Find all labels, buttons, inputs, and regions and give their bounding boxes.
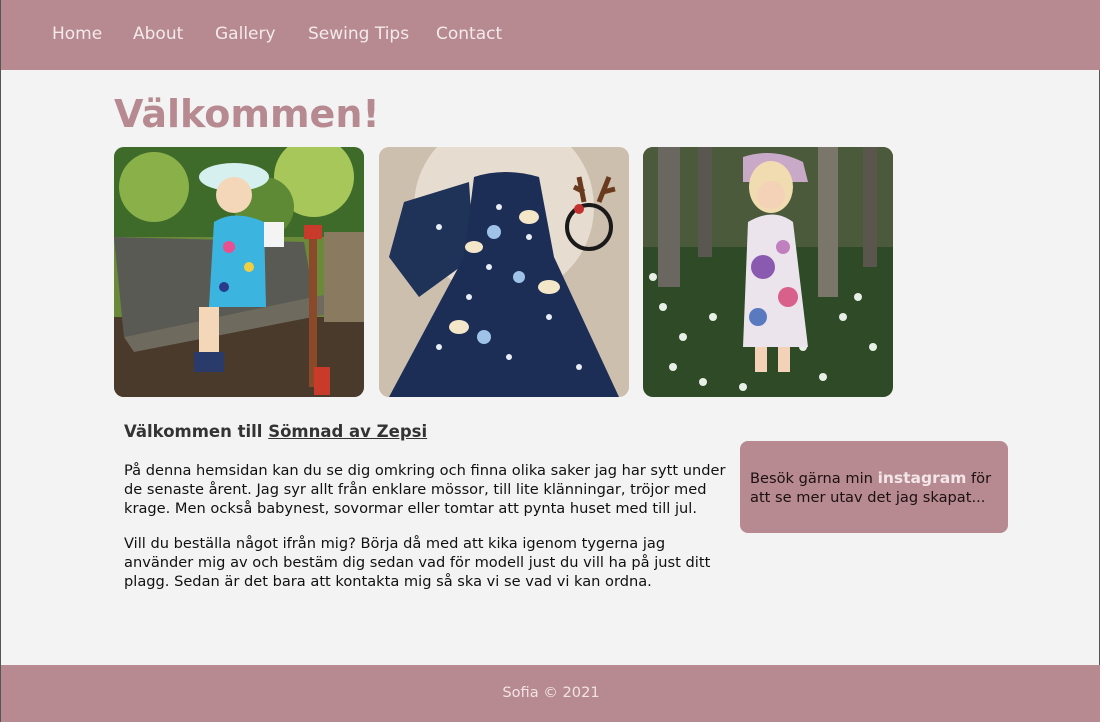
photo-dress-flatlay — [379, 147, 629, 397]
instagram-link[interactable]: instagram — [878, 469, 967, 487]
intro-paragraph: På denna hemsidan kan du se dig omkring … — [124, 462, 726, 517]
instagram-text-before: Besök gärna min — [750, 470, 878, 487]
photo-child-garden — [114, 147, 364, 397]
nav-link-gallery[interactable]: Gallery — [215, 24, 276, 44]
nav-link-sewing-tips[interactable]: Sewing Tips — [308, 24, 409, 44]
site-name-link[interactable]: Sömnad av Zepsi — [268, 422, 427, 441]
order-paragraph: Vill du beställa något ifrån mig? Börja … — [124, 535, 711, 590]
nav-link-home[interactable]: Home — [52, 24, 102, 44]
nav-link-about[interactable]: About — [133, 24, 183, 44]
instagram-box: Besök gärna min instagram för att se mer… — [740, 441, 1008, 533]
welcome-heading-text: Välkommen till — [124, 422, 269, 441]
page-footer: Sofia © 2021 — [1, 665, 1100, 722]
nav-link-contact[interactable]: Contact — [436, 24, 502, 44]
top-navigation: Home About Gallery Sewing Tips Contact — [1, 0, 1100, 70]
welcome-section: Välkommen till Sömnad av Zepsi På denna … — [124, 420, 734, 607]
photo-child-flowers — [643, 147, 893, 397]
welcome-heading: Välkommen till Sömnad av Zepsi — [124, 420, 734, 444]
footer-copyright: Sofia © 2021 — [502, 684, 600, 701]
page-title: Välkommen! — [114, 92, 380, 136]
